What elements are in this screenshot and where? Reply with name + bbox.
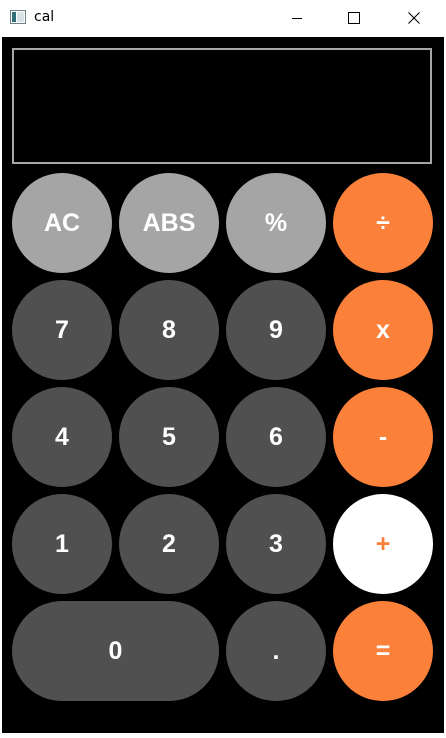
- result-display: [12, 48, 432, 164]
- digit-9-button[interactable]: 9: [226, 280, 326, 380]
- window-title: cal: [34, 9, 55, 25]
- percent-button[interactable]: %: [226, 173, 326, 273]
- minimize-icon: [292, 18, 302, 19]
- multiply-button[interactable]: x: [333, 280, 433, 380]
- add-button[interactable]: +: [333, 494, 433, 594]
- window-app-icon: [10, 10, 26, 24]
- decimal-point-button[interactable]: .: [226, 601, 326, 701]
- equals-button[interactable]: =: [333, 601, 433, 701]
- digit-5-button[interactable]: 5: [119, 387, 219, 487]
- absolute-button[interactable]: ABS: [119, 173, 219, 273]
- window-bottom-border: [0, 733, 446, 738]
- close-icon: [408, 12, 420, 24]
- digit-3-button[interactable]: 3: [226, 494, 326, 594]
- calculator-body: AC ABS % ÷ 7 8 9 x 4 5 6 - 1 2 3 + 0 . =: [2, 37, 444, 733]
- subtract-button[interactable]: -: [333, 387, 433, 487]
- minimize-button[interactable]: [274, 0, 320, 36]
- all-clear-button[interactable]: AC: [12, 173, 112, 273]
- digit-2-button[interactable]: 2: [119, 494, 219, 594]
- digit-7-button[interactable]: 7: [12, 280, 112, 380]
- digit-0-button[interactable]: 0: [12, 601, 219, 701]
- close-button[interactable]: [391, 0, 437, 36]
- calculator-window: cal AC ABS % ÷ 7 8 9 x 4 5 6 - 1 2 3 + 0…: [0, 0, 446, 738]
- divide-button[interactable]: ÷: [333, 173, 433, 273]
- maximize-button[interactable]: [331, 0, 377, 36]
- title-bar[interactable]: cal: [0, 0, 446, 36]
- digit-1-button[interactable]: 1: [12, 494, 112, 594]
- maximize-icon: [348, 12, 360, 24]
- digit-8-button[interactable]: 8: [119, 280, 219, 380]
- digit-4-button[interactable]: 4: [12, 387, 112, 487]
- digit-6-button[interactable]: 6: [226, 387, 326, 487]
